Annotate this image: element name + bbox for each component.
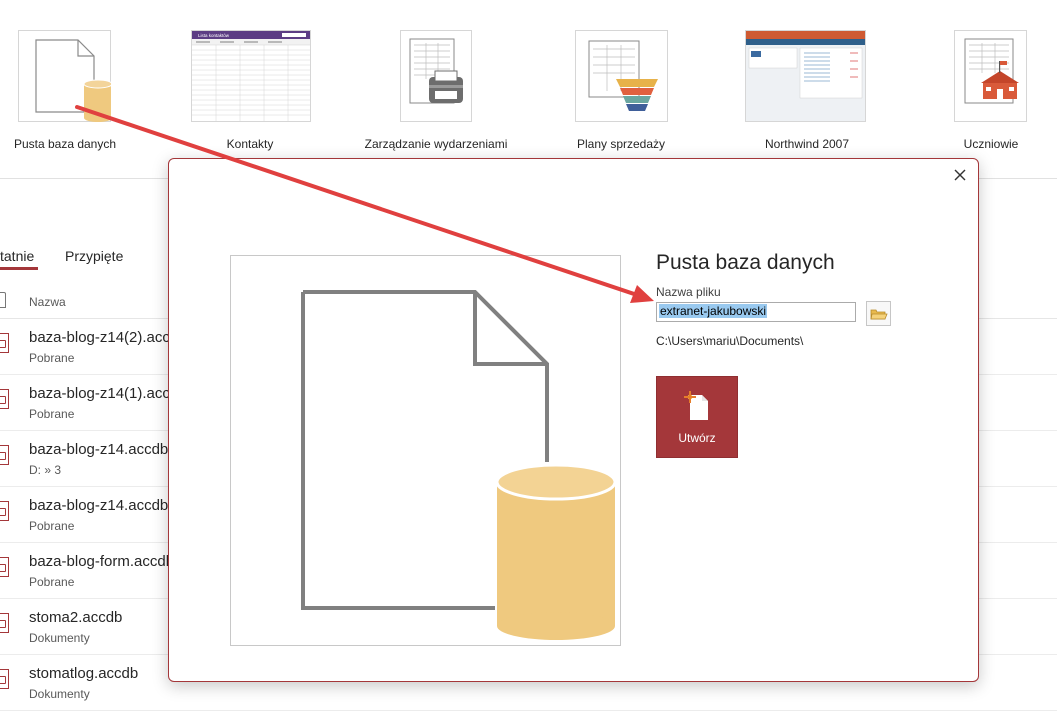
funnel-chart-icon bbox=[588, 40, 658, 111]
tab-recent[interactable]: tatnie bbox=[0, 248, 34, 264]
template-label: Plany sprzedaży bbox=[576, 137, 666, 151]
tab-active-indicator bbox=[0, 267, 38, 270]
folder-open-icon bbox=[870, 309, 888, 320]
database-preview-image bbox=[230, 255, 621, 646]
file-name: baza-blog-z14(1).accdb bbox=[29, 385, 187, 402]
template-label: Zarządzanie wydarzeniami bbox=[364, 137, 508, 151]
browse-folder-button[interactable] bbox=[866, 301, 891, 326]
file-name-value: extranet-jakubowski bbox=[659, 304, 768, 318]
school-icon bbox=[964, 38, 1019, 104]
close-icon bbox=[954, 169, 966, 181]
template-label: Kontakty bbox=[226, 137, 274, 151]
file-name: baza-blog-form.accdb bbox=[29, 553, 175, 570]
file-name-label: Nazwa pliku bbox=[656, 285, 721, 299]
file-access-icon bbox=[0, 669, 9, 689]
blank-database-dialog: Pusta baza danych Nazwa pliku extranet-j… bbox=[168, 158, 979, 682]
thumb-title: Lista kontaktów bbox=[198, 33, 230, 38]
blank-database-thumbnail bbox=[18, 30, 113, 122]
database-cylinder-icon bbox=[497, 482, 615, 626]
file-type-column-icon bbox=[0, 292, 6, 308]
file-access-icon bbox=[0, 613, 9, 633]
close-button[interactable] bbox=[950, 165, 970, 185]
file-name: baza-blog-z14.accdb bbox=[29, 497, 169, 514]
contacts-thumbnail: Lista kontaktów bbox=[191, 30, 311, 122]
event-management-thumbnail bbox=[400, 30, 472, 122]
template-label: Northwind 2007 bbox=[764, 137, 850, 151]
dialog-title: Pusta baza danych bbox=[656, 251, 835, 274]
file-name: stomatlog.accdb bbox=[29, 665, 139, 682]
template-gallery: Pusta baza danych Lista kontaktów Kontak… bbox=[0, 0, 1057, 178]
file-name: baza-blog-z14.accdb bbox=[29, 441, 169, 458]
file-location: D: » 3 bbox=[29, 463, 62, 477]
students-thumbnail bbox=[954, 30, 1027, 122]
file-location: Pobrane bbox=[29, 575, 75, 589]
file-name: baza-blog-z14(2).accdb bbox=[29, 329, 187, 346]
printer-document-icon bbox=[409, 38, 463, 104]
file-path: C:\Users\mariu\Documents\ bbox=[656, 334, 804, 348]
contacts-preview-icon: Lista kontaktów bbox=[192, 31, 310, 121]
file-location: Pobrane bbox=[29, 407, 75, 421]
column-header-name[interactable]: Nazwa bbox=[29, 295, 66, 309]
create-button[interactable]: Utwórz bbox=[656, 376, 738, 458]
create-button-label: Utwórz bbox=[678, 431, 716, 445]
new-database-icon bbox=[684, 391, 708, 420]
file-location: Dokumenty bbox=[29, 687, 90, 701]
file-access-icon bbox=[0, 333, 9, 353]
file-location: Dokumenty bbox=[29, 631, 90, 645]
northwind-preview-icon bbox=[746, 31, 865, 121]
file-access-icon bbox=[0, 445, 9, 465]
file-name: stoma2.accdb bbox=[29, 609, 123, 626]
tab-pinned[interactable]: Przypięte bbox=[65, 248, 123, 264]
document-database-icon bbox=[301, 290, 617, 640]
template-label: Uczniowie bbox=[963, 137, 1019, 151]
file-access-icon bbox=[0, 557, 9, 577]
file-access-icon bbox=[0, 501, 9, 521]
document-database-icon bbox=[18, 30, 113, 122]
file-access-icon bbox=[0, 389, 9, 409]
file-location: Pobrane bbox=[29, 519, 75, 533]
sales-plans-thumbnail bbox=[575, 30, 668, 122]
file-name-input[interactable]: extranet-jakubowski bbox=[656, 302, 856, 322]
northwind-thumbnail bbox=[745, 30, 866, 122]
template-label: Pusta baza danych bbox=[13, 137, 117, 151]
file-location: Pobrane bbox=[29, 351, 75, 365]
